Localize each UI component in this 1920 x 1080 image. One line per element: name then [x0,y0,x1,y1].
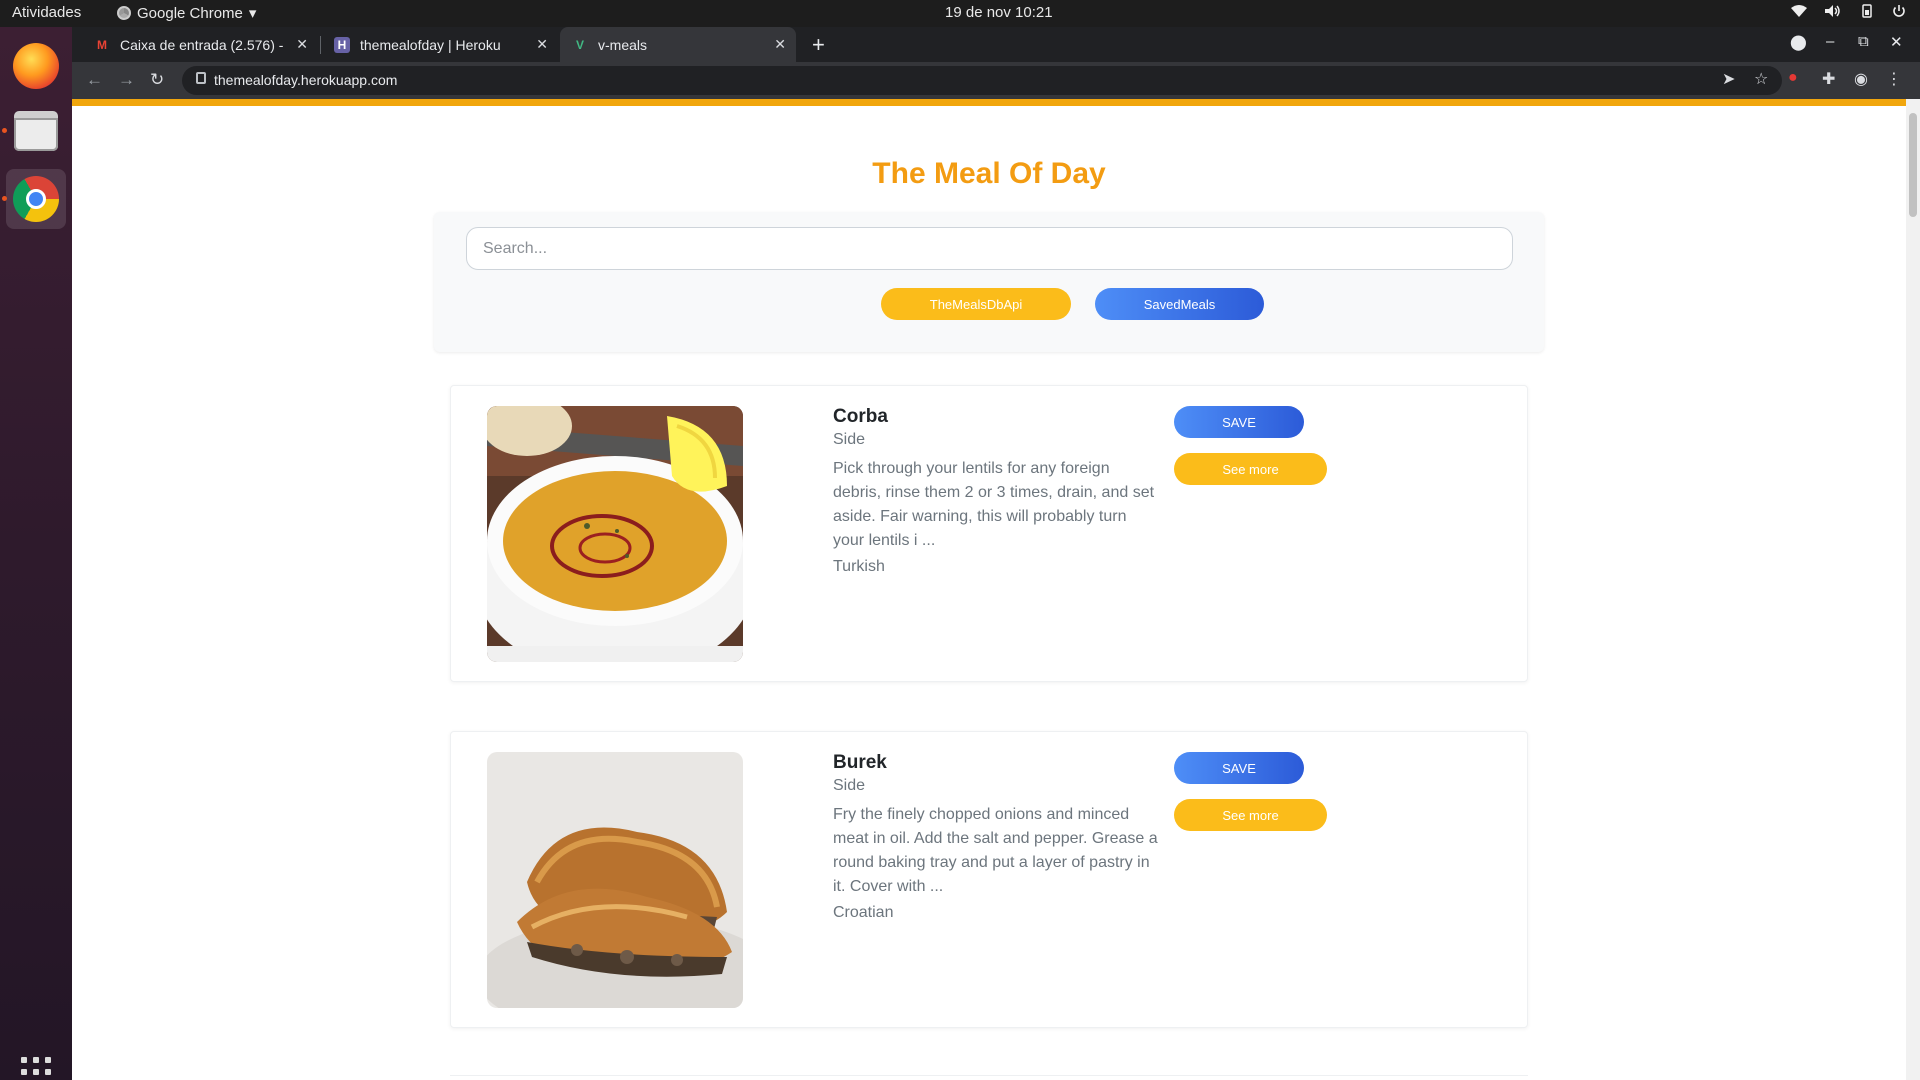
app-menu-label: Google Chrome [137,4,243,22]
profile-avatar-icon[interactable]: ◉ [1854,69,1868,89]
meal-category: Side [833,777,866,794]
power-menu-icon[interactable] [1892,4,1906,21]
activities-button[interactable]: Atividades [12,4,81,21]
running-indicator [2,196,7,201]
meal-area: Turkish [833,558,885,575]
meal-image-burek [487,752,743,1008]
close-icon[interactable]: ✕ [774,36,786,53]
dock-firefox[interactable] [6,36,66,96]
tab-label: Caixa de entrada (2.576) - [120,36,284,53]
clock[interactable]: 19 de nov 10:21 [945,4,1053,21]
battery-icon[interactable] [1858,4,1876,21]
meal-name: Corba [833,406,888,427]
search-input[interactable] [466,227,1513,270]
bookmark-star-icon[interactable]: ☆ [1754,69,1768,89]
tab-label: themealofday | Heroku [360,36,501,53]
close-icon[interactable]: ✕ [536,36,548,53]
url-text[interactable]: themealofday.herokuapp.com [214,72,397,88]
forward-icon[interactable]: → [118,70,135,90]
extensions-puzzle-icon[interactable]: ✚ [1822,69,1835,89]
tab-strip: M Caixa de entrada (2.576) - ✕ H themeal… [72,27,1920,62]
gmail-icon: M [97,37,107,52]
minimize-icon[interactable]: – [1826,33,1834,50]
vue-icon: V [575,37,584,52]
system-tray[interactable] [1790,4,1906,21]
meal-category: Side [833,431,866,448]
meal-description: Pick through your lentils for any foreig… [833,460,1155,549]
dock-files[interactable] [6,101,66,161]
dock-chrome[interactable] [6,169,66,229]
meal-area: Croatian [833,904,894,921]
top-accent-bar [72,99,1906,106]
lock-icon[interactable] [196,72,206,84]
firefox-icon [13,43,59,89]
send-tab-icon[interactable]: ➤ [1722,69,1735,89]
wifi-icon[interactable] [1790,4,1808,21]
save-button[interactable]: SAVE [1174,752,1304,784]
see-more-button[interactable]: See more [1174,799,1327,831]
chrome-mini-icon [117,6,131,20]
chrome-icon [13,176,59,222]
see-more-button[interactable]: See more [1174,453,1327,485]
volume-icon[interactable] [1824,4,1842,21]
meal-image-corba [487,406,743,662]
running-indicator [2,128,7,133]
page-scrollbar[interactable] [1906,99,1920,1080]
reload-icon[interactable]: ↻ [150,70,164,90]
new-tab-icon[interactable]: + [812,32,825,58]
dock [0,27,72,1080]
files-icon [14,111,58,151]
back-icon[interactable]: ← [86,70,103,90]
browser-toolbar: ← → ↻ themealofday.herokuapp.com ➤ ☆ ● ✚… [72,62,1920,99]
address-bar[interactable]: themealofday.herokuapp.com [182,66,1782,95]
close-icon[interactable]: ✕ [296,36,308,53]
meal-card: Burek Side Fry the finely chopped onions… [450,731,1528,1028]
savedmeals-button[interactable]: SavedMeals [1095,288,1264,320]
meal-description: Fry the finely chopped onions and minced… [833,806,1158,895]
show-applications-icon[interactable] [21,1057,51,1080]
tab-search-icon[interactable]: ⬤ [1790,33,1807,51]
page-viewport: The Meal Of Day TheMealsDbApi SavedMeals [72,99,1906,1080]
tab-v-meals[interactable]: V v-meals ✕ [560,27,796,62]
restore-icon[interactable]: ⧉ [1858,33,1869,50]
system-top-bar: Atividades Google Chrome ▾ 19 de nov 10:… [0,0,1920,27]
meal-card: Corba Side Pick through your lentils for… [450,385,1528,682]
tab-heroku[interactable]: H themealofday | Heroku ✕ [322,27,558,62]
themealsdbapi-button[interactable]: TheMealsDbApi [881,288,1071,320]
scrollbar-thumb[interactable] [1909,113,1917,217]
tab-separator [320,36,321,54]
extension-icon[interactable]: ● [1788,69,1798,87]
heroku-icon: H [334,36,350,53]
menu-kebab-icon[interactable]: ⋮ [1886,69,1902,89]
caret-down-icon: ▾ [248,5,257,22]
page-title: The Meal Of Day [872,157,1106,190]
save-button[interactable]: SAVE [1174,406,1304,438]
app-menu[interactable]: Google Chrome ▾ [117,4,256,22]
window-close-icon[interactable]: ✕ [1890,33,1903,51]
next-meal-card-edge [450,1075,1528,1080]
tab-label: v-meals [598,36,648,53]
meal-name: Burek [833,752,887,773]
tab-gmail[interactable]: M Caixa de entrada (2.576) - ✕ [82,27,318,62]
search-panel: TheMealsDbApi SavedMeals [434,212,1544,352]
